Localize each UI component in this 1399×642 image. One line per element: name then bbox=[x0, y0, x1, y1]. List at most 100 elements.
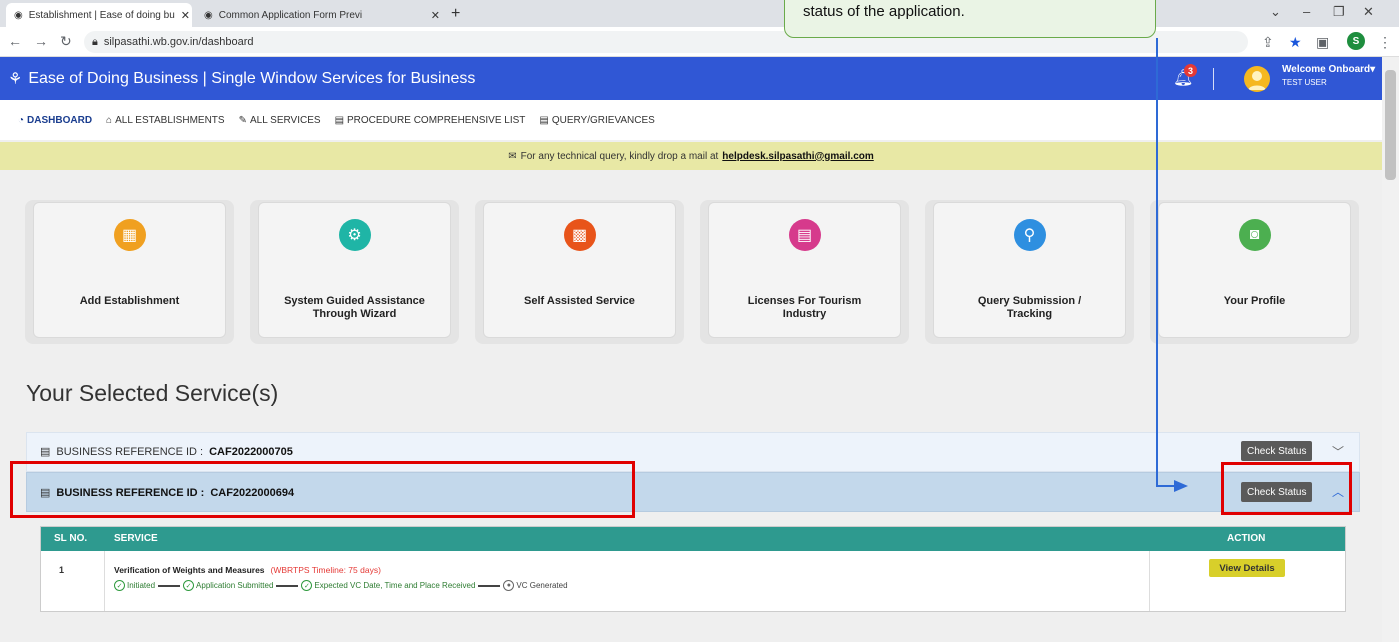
check-circle-icon: ✓ bbox=[114, 580, 125, 591]
dashboard-icon: ◔ bbox=[18, 114, 25, 126]
forward-icon[interactable]: → bbox=[34, 33, 48, 49]
tab-title: Establishment | Ease of doing bu bbox=[28, 9, 175, 21]
section-title: Your Selected Service(s) bbox=[26, 380, 279, 406]
chevron-down-icon[interactable]: ﹀ bbox=[1332, 443, 1344, 460]
share-icon[interactable]: ⇪ bbox=[1262, 34, 1274, 51]
grid-icon: ▩ bbox=[563, 219, 596, 251]
step-connector bbox=[158, 584, 181, 587]
step-label: Expected VC Date, Time and Place Receive… bbox=[314, 581, 476, 590]
mail-icon: ✉ bbox=[508, 150, 517, 162]
service-title: Verification of Weights and Measures bbox=[114, 565, 265, 575]
step-submitted: ✓ Application Submitted bbox=[183, 580, 273, 591]
nav-item-query-grievances[interactable]: ▤ QUERY/GRIEVANCES bbox=[539, 115, 654, 126]
sidebar-icon[interactable]: ▣ bbox=[1316, 34, 1329, 51]
notification-badge: 3 bbox=[1184, 64, 1197, 77]
arrow-right-icon bbox=[1174, 480, 1188, 492]
nav-item-all-establishments[interactable]: ⌂ ALL ESTABLISHMENTS bbox=[106, 115, 225, 126]
menu-icon[interactable]: ⋮ bbox=[1378, 34, 1392, 51]
logo-icon: ⚘ bbox=[8, 70, 23, 88]
highlight-box-reference bbox=[10, 461, 635, 518]
minimize-icon[interactable]: – bbox=[1303, 4, 1310, 19]
caret-down-icon: ▾ bbox=[1370, 64, 1376, 75]
user-avatar[interactable] bbox=[1244, 66, 1270, 92]
lock-icon: 🔒︎ bbox=[92, 35, 98, 48]
url-text: silpasathi.wb.gov.in/dashboard bbox=[103, 36, 254, 48]
header-divider bbox=[1213, 68, 1214, 90]
reference-label-1: ▤ BUSINESS REFERENCE ID : CAF2022000705 bbox=[40, 445, 293, 459]
nav-item-procedure-list[interactable]: ▤ PROCEDURE COMPREHENSIVE LIST bbox=[335, 115, 526, 126]
card-tourism-licenses[interactable]: ▤ Licenses For Tourism Industry bbox=[708, 202, 901, 338]
search-icon: ⚲ bbox=[1013, 219, 1046, 251]
card-label: Add Establishment bbox=[79, 295, 180, 307]
card-add-establishment[interactable]: ▦ Add Establishment bbox=[33, 202, 226, 338]
browser-tab-caf-preview[interactable]: ◉ Common Application Form Previ ✕ bbox=[196, 3, 448, 27]
step-label: Initiated bbox=[127, 581, 156, 590]
gear-icon: ⚙ bbox=[338, 219, 371, 251]
callout-text: status of the application. bbox=[803, 3, 965, 20]
notice-text: For any technical query, kindly drop a m… bbox=[520, 150, 719, 162]
new-tab-button[interactable]: + bbox=[451, 5, 460, 23]
nav-label: DASHBOARD bbox=[27, 114, 93, 126]
progress-steps: ✓ Initiated ✓ Application Submitted ✓ Expec… bbox=[114, 580, 568, 591]
nav-item-dashboard[interactable]: ◔ DASHBOARD bbox=[18, 115, 92, 126]
card-your-profile[interactable]: ◙ Your Profile bbox=[1158, 202, 1351, 338]
tab-title: Common Application Form Previ bbox=[218, 9, 363, 21]
nav-item-all-services[interactable]: ✎ ALL SERVICES bbox=[239, 115, 321, 126]
reload-icon[interactable]: ↻ bbox=[60, 33, 72, 50]
nav-label: ALL SERVICES bbox=[249, 114, 321, 126]
step-vc-generated: ● VC Generated bbox=[503, 580, 568, 591]
view-details-button[interactable]: View Details bbox=[1209, 559, 1285, 577]
header-sl: SL NO. bbox=[54, 533, 88, 544]
step-connector bbox=[276, 584, 299, 587]
main-nav: ◔ DASHBOARD ⌂ ALL ESTABLISHMENTS ✎ ALL SERV… bbox=[0, 100, 1382, 140]
welcome-menu[interactable]: Welcome Onboard▾ bbox=[1282, 64, 1375, 75]
profile-avatar[interactable]: S bbox=[1347, 32, 1365, 50]
star-icon[interactable]: ★ bbox=[1289, 34, 1302, 51]
welcome-text: Welcome Onboard bbox=[1282, 64, 1371, 75]
row-sl: 1 bbox=[59, 565, 65, 575]
card-self-assisted[interactable]: ▩ Self Assisted Service bbox=[483, 202, 676, 338]
list-icon: ▤ bbox=[40, 446, 51, 458]
browser-tab-establishment[interactable]: ◉ Establishment | Ease of doing bu ✕ bbox=[6, 3, 192, 27]
building-icon: ▦ bbox=[113, 219, 146, 251]
chevron-down-icon[interactable]: ⌄ bbox=[1270, 4, 1281, 20]
app-title: Ease of Doing Business | Single Window S… bbox=[28, 69, 476, 87]
card-label: Self Assisted Service bbox=[524, 295, 635, 307]
step-label: VC Generated bbox=[516, 581, 568, 590]
close-window-icon[interactable]: ✕ bbox=[1363, 4, 1374, 20]
notice-bar: ✉ For any technical query, kindly drop a… bbox=[0, 142, 1382, 170]
pending-circle-icon: ● bbox=[503, 580, 515, 591]
step-connector bbox=[478, 584, 501, 587]
scrollbar-thumb[interactable] bbox=[1385, 70, 1396, 180]
back-icon[interactable]: ← bbox=[8, 33, 22, 49]
license-icon: ▤ bbox=[788, 219, 821, 251]
check-circle-icon: ✓ bbox=[301, 580, 313, 591]
step-initiated: ✓ Initiated bbox=[114, 580, 155, 591]
nav-label: PROCEDURE COMPREHENSIVE LIST bbox=[347, 114, 526, 126]
check-circle-icon: ✓ bbox=[183, 580, 195, 591]
table-header: SL NO. SERVICE ACTION bbox=[41, 527, 1345, 551]
column-divider bbox=[1149, 551, 1150, 611]
callout-box: status of the application. bbox=[784, 0, 1156, 38]
card-guided-assistance[interactable]: ⚙ System Guided Assistance Through Wizar… bbox=[258, 202, 451, 338]
user-name: TEST USER bbox=[1282, 78, 1327, 87]
callout-connector bbox=[1156, 485, 1176, 487]
close-icon[interactable]: ✕ bbox=[431, 9, 440, 22]
nav-label: QUERY/GRIEVANCES bbox=[551, 114, 655, 126]
card-label: Your Profile bbox=[1223, 295, 1286, 307]
helpdesk-email-link[interactable]: helpdesk.silpasathi@gmail.com bbox=[722, 151, 873, 162]
restore-icon[interactable]: ❐ bbox=[1333, 4, 1345, 20]
reference-prefix: BUSINESS REFERENCE ID : bbox=[56, 445, 204, 458]
card-label: System Guided Assistance Through Wizard bbox=[284, 295, 425, 320]
card-query-tracking[interactable]: ⚲ Query Submission / Tracking bbox=[933, 202, 1126, 338]
globe-icon: ◉ bbox=[204, 9, 213, 21]
step-vc-date: ✓ Expected VC Date, Time and Place Receiv… bbox=[301, 580, 475, 591]
column-divider bbox=[104, 551, 105, 611]
profile-icon: ◙ bbox=[1238, 219, 1271, 251]
highlight-box-check-status bbox=[1221, 462, 1352, 515]
close-icon[interactable]: ✕ bbox=[181, 9, 190, 22]
check-status-button[interactable]: Check Status bbox=[1241, 441, 1313, 461]
query-icon: ▤ bbox=[539, 114, 549, 126]
wrench-icon: ✎ bbox=[238, 114, 247, 126]
callout-connector bbox=[1156, 38, 1158, 486]
